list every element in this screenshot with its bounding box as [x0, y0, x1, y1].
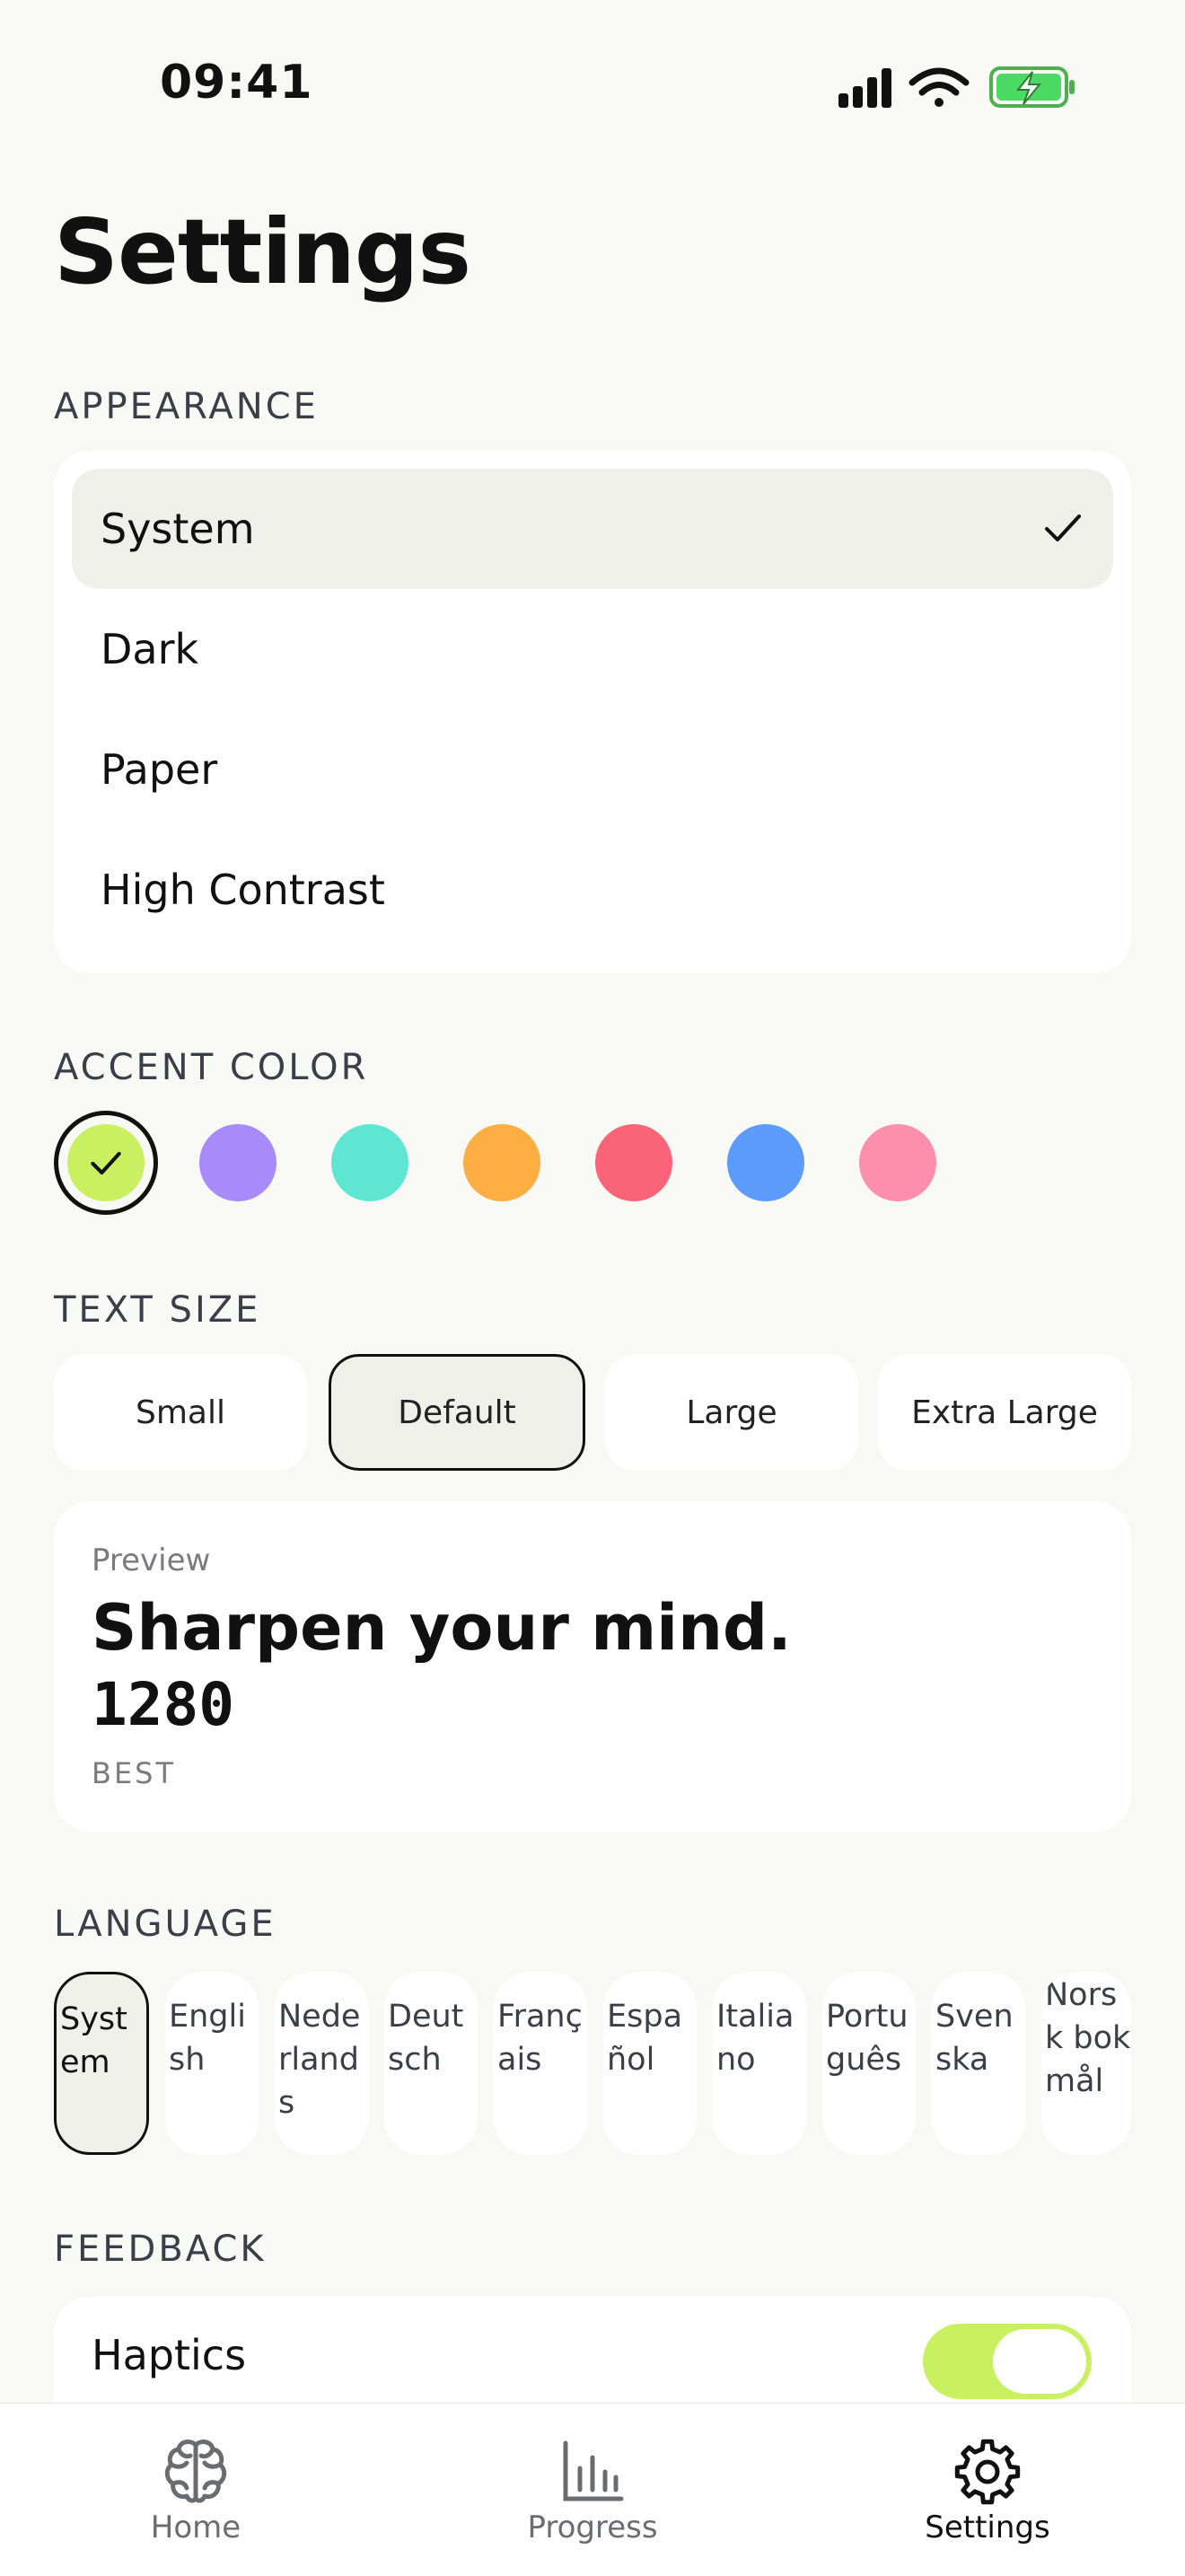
- tab-label: Home: [150, 2510, 241, 2545]
- language-chip-svenska[interactable]: Svenska: [932, 1972, 1025, 2155]
- checkmark-icon: [1045, 514, 1081, 541]
- accent-swatch-4[interactable]: [595, 1124, 672, 1201]
- language-chip-portugues[interactable]: Português: [822, 1972, 916, 2155]
- tab-label: Settings: [925, 2510, 1050, 2545]
- text-size-small-button[interactable]: Small: [54, 1354, 307, 1471]
- language-chip-francais[interactable]: Français: [494, 1972, 587, 2155]
- appearance-option-label: Dark: [101, 625, 199, 673]
- appearance-section-label: APPEARANCE: [54, 386, 319, 427]
- preview-label: Preview: [92, 1543, 211, 1578]
- appearance-option-dark[interactable]: Dark: [72, 589, 1113, 709]
- status-icons: [838, 66, 1075, 108]
- appearance-option-label: High Contrast: [101, 866, 385, 914]
- feedback-section-label: FEEDBACK: [54, 2229, 267, 2270]
- appearance-option-paper[interactable]: Paper: [72, 709, 1113, 830]
- preview-card: Preview Sharpen your mind. 1280 BEST: [54, 1501, 1131, 1832]
- bar-chart-icon: [563, 2440, 624, 2501]
- text-size-default-button[interactable]: Default: [329, 1354, 585, 1471]
- accent-swatch-selected-ring[interactable]: [54, 1111, 158, 1215]
- language-chip-system[interactable]: System: [54, 1972, 149, 2155]
- toggle-knob: [993, 2329, 1086, 2394]
- language-chip-italiano[interactable]: Italiano: [713, 1972, 806, 2155]
- language-chip-english[interactable]: English: [165, 1972, 259, 2155]
- brain-icon: [164, 2440, 227, 2503]
- battery-icon: [989, 66, 1075, 108]
- text-size-large-button[interactable]: Large: [605, 1354, 858, 1471]
- language-section-label: LANGUAGE: [54, 1903, 276, 1945]
- appearance-option-system[interactable]: System: [72, 469, 1113, 589]
- preview-score-label: BEST: [92, 1756, 177, 1790]
- accent-section-label: ACCENT COLOR: [54, 1047, 369, 1088]
- wifi-icon: [908, 67, 970, 107]
- tab-label: Progress: [527, 2510, 658, 2545]
- accent-swatch-6[interactable]: [859, 1124, 936, 1201]
- tab-bar: Home Progress Settings: [0, 2403, 1185, 2576]
- preview-score: 1280: [92, 1670, 234, 1739]
- language-chip-norsk-bokmal[interactable]: Norsk bokmål: [1041, 1972, 1131, 2155]
- language-chip-espanol[interactable]: Español: [603, 1972, 697, 2155]
- language-chip-nederlands[interactable]: Nederlands: [275, 1972, 368, 2155]
- language-chip-deutsch[interactable]: Deutsch: [384, 1972, 478, 2155]
- checkmark-icon: [91, 1151, 121, 1175]
- accent-swatch-2[interactable]: [331, 1124, 408, 1201]
- accent-swatch-0[interactable]: [67, 1124, 145, 1201]
- appearance-option-label: System: [101, 505, 255, 553]
- gear-icon: [954, 2439, 1021, 2505]
- page-title: Settings: [54, 199, 471, 304]
- text-size-extra-large-button[interactable]: Extra Large: [878, 1354, 1131, 1471]
- tab-home[interactable]: Home: [88, 2404, 303, 2576]
- haptics-toggle[interactable]: [923, 2324, 1092, 2399]
- status-time: 09:41: [160, 56, 313, 110]
- accent-swatch-5[interactable]: [727, 1124, 804, 1201]
- haptics-label: Haptics: [92, 2331, 247, 2379]
- appearance-card: System Dark Paper High Contrast: [54, 451, 1131, 973]
- preview-headline: Sharpen your mind.: [92, 1591, 792, 1665]
- signal-icon: [838, 68, 891, 108]
- accent-swatch-1[interactable]: [199, 1124, 276, 1201]
- tab-settings[interactable]: Settings: [880, 2404, 1095, 2576]
- tab-progress[interactable]: Progress: [485, 2404, 700, 2576]
- appearance-option-label: Paper: [101, 745, 218, 794]
- appearance-option-high-contrast[interactable]: High Contrast: [72, 830, 1113, 950]
- accent-swatch-3[interactable]: [463, 1124, 540, 1201]
- text-size-section-label: TEXT SIZE: [54, 1289, 261, 1331]
